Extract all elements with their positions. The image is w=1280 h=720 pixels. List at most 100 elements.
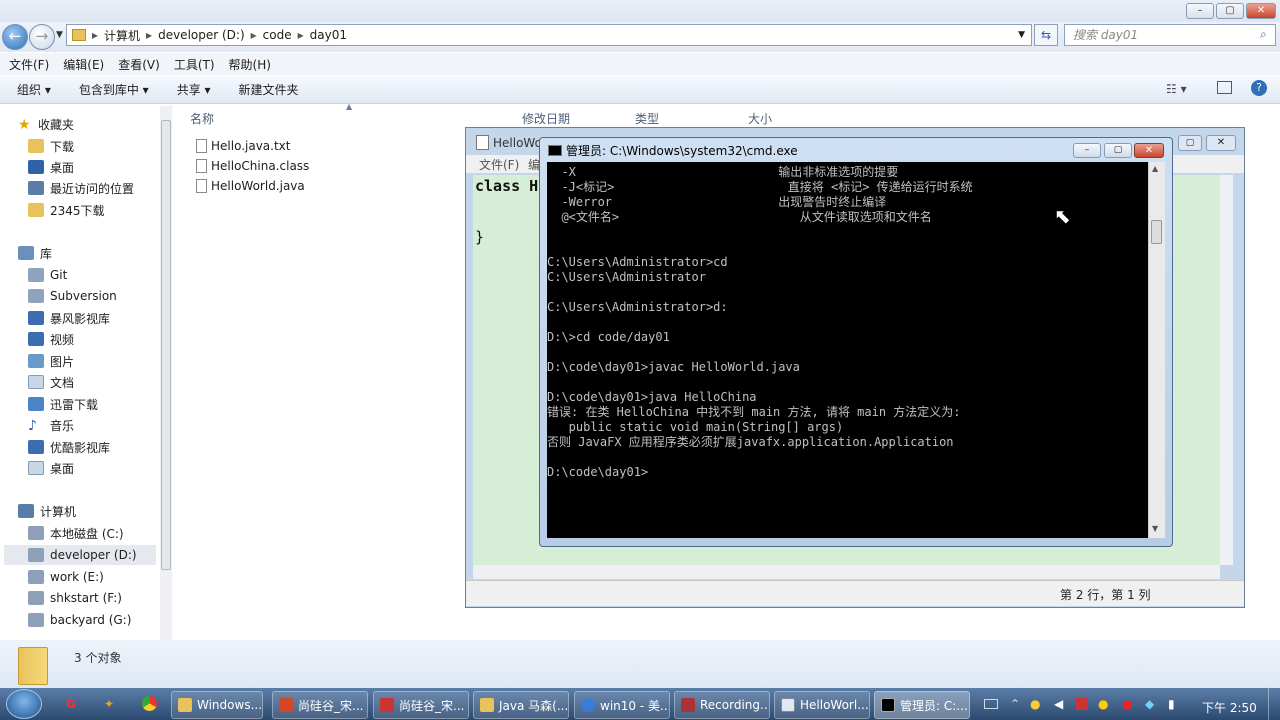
keyboard-icon[interactable] — [984, 699, 998, 709]
tray-app-icon[interactable] — [1076, 698, 1088, 710]
cmd-line: public static void main(String[] args) — [547, 420, 844, 434]
taskbar-item-cmd[interactable]: 管理员: C:... — [874, 691, 970, 719]
cmd-close-button[interactable]: ✕ — [1134, 143, 1164, 158]
menu-help[interactable]: 帮助(H) — [229, 56, 271, 73]
record-icon[interactable]: ● — [1122, 697, 1132, 711]
libraries-header[interactable]: 库 — [18, 243, 178, 263]
menu-view[interactable]: 查看(V) — [118, 56, 160, 73]
list-item[interactable]: HelloWorld.java — [196, 177, 305, 195]
search-input[interactable]: 搜索 day01 — [1064, 24, 1276, 46]
refresh-icon[interactable]: ⇆ — [1034, 24, 1058, 46]
chrome-icon[interactable] — [142, 696, 157, 711]
scroll-up-icon[interactable]: ▲ — [1152, 164, 1158, 173]
folder-icon — [480, 698, 494, 712]
show-desktop-button[interactable] — [1268, 688, 1280, 720]
mouse-cursor-icon: ⬉ — [1054, 204, 1071, 228]
back-button[interactable]: ← — [2, 24, 28, 50]
search-icon[interactable]: ⌕ — [1260, 27, 1267, 42]
column-type[interactable]: 类型 — [635, 110, 659, 127]
menu-bar: 文件(F) 编辑(E) 查看(V) 工具(T) 帮助(H) — [0, 53, 1280, 75]
details-pane — [0, 640, 1280, 688]
cmd-line: 否则 JavaFX 应用程序类必须扩展javafx.application.Ap… — [547, 435, 954, 449]
cmd-icon — [881, 698, 895, 712]
notepad-close-button[interactable]: ✕ — [1206, 135, 1236, 151]
maximize-button[interactable]: ▢ — [1216, 3, 1244, 19]
breadcrumb-day01[interactable]: day01 — [310, 28, 347, 42]
column-name[interactable]: 名称 — [190, 110, 214, 127]
minimize-button[interactable]: – — [1186, 3, 1214, 19]
taskbar-item-pdf[interactable]: 尚硅谷_宋... — [373, 691, 469, 719]
close-button[interactable]: ✕ — [1246, 3, 1276, 19]
recent-places-icon — [28, 181, 44, 195]
computer-header[interactable]: 计算机 — [18, 501, 178, 521]
sidebar-scroll-thumb[interactable] — [161, 120, 171, 570]
explorer-icon — [178, 698, 192, 712]
item-count: 3 个对象 — [74, 651, 122, 665]
breadcrumb-computer[interactable]: 计算机 — [104, 27, 140, 44]
volume-icon[interactable]: ◀ — [1054, 697, 1063, 711]
view-options-icon[interactable]: ☷ ▾ — [1166, 82, 1187, 96]
breadcrumb-drive[interactable]: developer (D:) — [158, 28, 245, 42]
breadcrumb-code[interactable]: code — [263, 28, 292, 42]
subversion-library-icon — [28, 289, 44, 303]
cmd-scroll-thumb[interactable] — [1151, 220, 1162, 244]
tray-app-icon[interactable]: ◆ — [1145, 697, 1154, 711]
recorder-icon — [681, 698, 695, 712]
youku-library-icon — [28, 440, 44, 454]
cmd-maximize-button[interactable]: ▢ — [1104, 143, 1132, 158]
taskbar-item-recording[interactable]: Recording... — [674, 691, 770, 719]
tray-app-icon[interactable]: ● — [1098, 697, 1108, 711]
navigation-pane: ★ 收藏夹 下载 桌面 最近访问的位置 2345下载 库 Git Subversi… — [0, 105, 172, 640]
taskbar-item-explorer[interactable]: Windows... — [171, 691, 263, 719]
drive-icon — [28, 548, 44, 562]
address-dropdown-icon[interactable]: ▼ — [1018, 30, 1025, 40]
cmd-line: @<文件名> 从文件读取选项和文件名 — [547, 210, 932, 224]
address-bar[interactable]: ▸ 计算机 ▸ developer (D:) ▸ code ▸ day01 ▼ — [66, 24, 1032, 46]
2345-browser-icon[interactable]: G — [66, 697, 76, 711]
cmd-line: C:\Users\Administrator>d: — [547, 300, 728, 314]
taskbar-item-notepad[interactable]: HelloWorl... — [774, 691, 870, 719]
favorites-header[interactable]: ★ 收藏夹 — [18, 114, 178, 134]
include-in-library-button[interactable]: 包含到库中 ▾ — [79, 81, 149, 98]
forward-button[interactable]: → — [29, 24, 55, 50]
cmd-scrollbar[interactable]: ▲ ▼ — [1148, 162, 1165, 538]
organize-button[interactable]: 组织 ▾ — [17, 81, 51, 98]
column-size[interactable]: 大小 — [748, 110, 772, 127]
list-item[interactable]: HelloChina.class — [196, 157, 309, 175]
scroll-down-icon[interactable]: ▼ — [1152, 524, 1158, 533]
tray-app-icon[interactable]: ● — [1030, 697, 1040, 711]
xunlei-icon[interactable]: ✦ — [104, 697, 114, 711]
command-toolbar: 组织 ▾ 包含到库中 ▾ 共享 ▾ 新建文件夹 — [0, 76, 1280, 104]
desktop-library-icon — [28, 461, 44, 475]
git-library-icon — [28, 268, 44, 282]
new-folder-button[interactable]: 新建文件夹 — [239, 81, 299, 98]
list-item[interactable]: Hello.java.txt — [196, 137, 291, 155]
sidebar-scrollbar[interactable] — [160, 106, 172, 640]
taskbar-item-java[interactable]: Java 马森(... — [473, 691, 569, 719]
notepad-menu-file[interactable]: 文件(F) — [479, 156, 519, 173]
cmd-titlebar[interactable]: 管理员: C:\Windows\system32\cmd.exe — [548, 140, 798, 160]
network-icon[interactable]: ▮ — [1168, 697, 1175, 711]
clock[interactable]: 下午 2:50 — [1202, 699, 1257, 716]
menu-file[interactable]: 文件(F) — [9, 56, 49, 73]
start-button[interactable] — [6, 689, 42, 719]
menu-tools[interactable]: 工具(T) — [174, 56, 215, 73]
notepad-title: HelloWo — [493, 136, 542, 150]
share-button[interactable]: 共享 ▾ — [177, 81, 211, 98]
cmd-minimize-button[interactable]: – — [1073, 143, 1101, 158]
cmd-line: 错误: 在类 HelloChina 中找不到 main 方法, 请将 main … — [547, 405, 961, 419]
taskbar-item-win10[interactable]: win10 - 美... — [574, 691, 670, 719]
menu-edit[interactable]: 编辑(E) — [63, 56, 104, 73]
column-modified[interactable]: 修改日期 — [522, 110, 570, 127]
help-icon[interactable]: ? — [1251, 80, 1267, 96]
cmd-line: -X 输出非标准选项的提要 — [547, 165, 899, 179]
recent-pages-icon[interactable]: ▼ — [56, 30, 63, 40]
notepad-vertical-scrollbar[interactable] — [1220, 175, 1233, 565]
taskbar-item-ppt-1[interactable]: 尚硅谷_宋... — [272, 691, 368, 719]
cmd-title: 管理员: C:\Windows\system32\cmd.exe — [566, 143, 798, 158]
notepad-maximize-button[interactable]: ▢ — [1178, 135, 1202, 151]
preview-pane-icon[interactable] — [1217, 81, 1232, 94]
sidebar-item-drive-d[interactable]: developer (D:) — [4, 545, 156, 565]
notepad-horizontal-scrollbar[interactable] — [473, 565, 1220, 579]
tray-chevron-icon[interactable]: ⌃ — [1010, 697, 1020, 711]
